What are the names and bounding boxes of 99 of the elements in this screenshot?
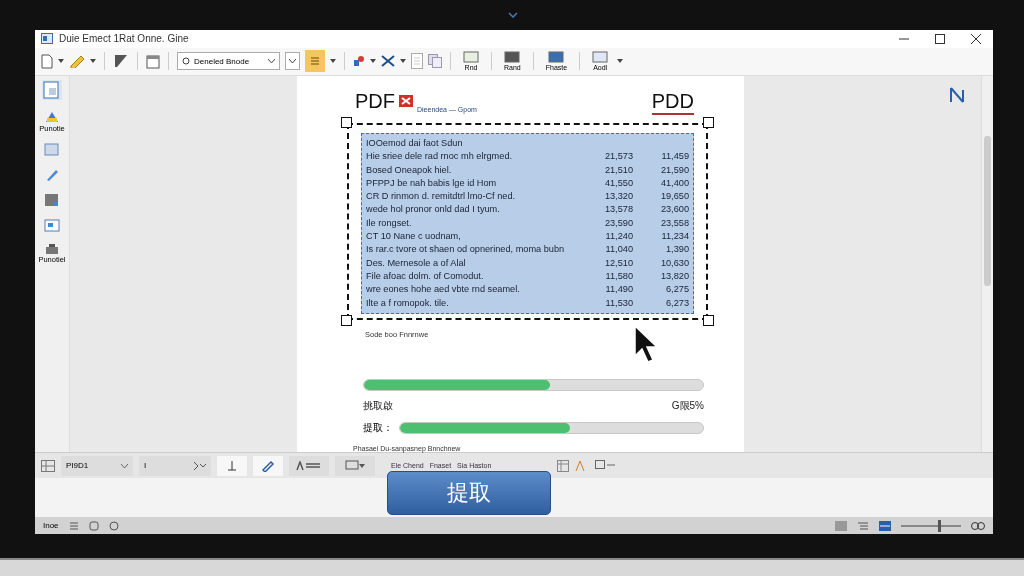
table-cell-text: 21,590 — [659, 163, 689, 177]
table-cell-text: 41,400 — [659, 176, 689, 190]
table-cell-text: IOOemod dai faot Sdun — [366, 136, 464, 150]
table-cell-text: File afoac dolm. of Comodut. — [366, 269, 485, 283]
copy-icon[interactable] — [428, 54, 442, 69]
app-icon — [41, 33, 53, 45]
caret-icon — [289, 59, 296, 64]
resize-handle[interactable] — [341, 314, 352, 326]
caret-icon[interactable] — [58, 59, 64, 64]
table-cell-text: 23,590 — [603, 216, 633, 230]
fit-icon[interactable] — [971, 520, 985, 531]
pencil-icon[interactable] — [69, 54, 85, 69]
screen-button[interactable] — [335, 455, 375, 476]
panel-icon — [548, 51, 565, 64]
font-dropdown[interactable]: I — [139, 455, 211, 476]
text-style-icon — [296, 460, 322, 471]
progress-label: 挑取啟 — [363, 398, 393, 413]
table-cell-text: Is rar.c tvore ot shaen od opnerined, moma bubn — [366, 243, 566, 257]
caret-icon[interactable] — [617, 59, 624, 64]
table-cell-text: 11,459 — [660, 150, 689, 164]
caret-icon[interactable] — [370, 59, 376, 64]
document-icon[interactable] — [42, 79, 62, 100]
caret-icon[interactable] — [90, 59, 96, 64]
panel-icon — [463, 51, 479, 64]
page-icon[interactable] — [411, 53, 423, 70]
table-cell-text: 41,550 — [603, 176, 633, 190]
table-cell-text: 11,490 — [604, 283, 633, 297]
panel-icon — [592, 51, 609, 64]
align-button[interactable] — [305, 50, 325, 73]
form-icon[interactable] — [44, 216, 60, 233]
caret-icon — [121, 463, 128, 468]
scissors-icon[interactable] — [381, 55, 395, 68]
status-text: Inoe — [43, 521, 59, 531]
screen-icon — [345, 459, 365, 472]
table-cell-text: CT 10 Nane c uodnam, — [366, 230, 462, 244]
table-cell-text: Bosed Oneapok hiel. — [366, 163, 453, 177]
chevron-icon — [194, 461, 206, 470]
logo-text: PDF — [355, 89, 395, 113]
table-cell-text: 13,578 — [603, 203, 633, 217]
page-dropdown[interactable]: PI9D1 — [61, 455, 133, 476]
table-cell-text: 21,510 — [603, 163, 633, 177]
table-cell-text: 11,580 — [604, 269, 633, 283]
resize-handle[interactable] — [703, 314, 714, 326]
table-cell-text: CR D rinmon d. remitdtrl lmo-Cf ned. — [366, 190, 517, 204]
table-cell-text: Ilte a f romopok. tile. — [366, 296, 450, 310]
table-cell-text: 21,573 — [603, 150, 633, 164]
shapes-icon[interactable] — [353, 55, 365, 68]
table-cell-text: 13,820 — [659, 269, 689, 283]
maximize-icon[interactable] — [935, 33, 945, 44]
style-dropdown[interactable]: Deneled Bnode — [177, 52, 280, 71]
resize-handle[interactable] — [341, 116, 352, 128]
logo-text: PDD — [651, 89, 694, 115]
printer-icon — [44, 242, 60, 255]
dropdown-button[interactable] — [285, 52, 300, 71]
panel-icon — [504, 51, 521, 64]
resize-handle[interactable] — [703, 116, 714, 128]
table-cell-text: wre eones hohe aed vbte rnd seamel. — [366, 283, 521, 297]
text-style-button[interactable] — [289, 455, 329, 476]
progress-reading: G限5% — [671, 398, 704, 413]
table-cell-text: 10,630 — [659, 256, 689, 270]
extract-button[interactable]: 提取 — [387, 470, 551, 515]
table-cell-text: 13,320 — [603, 190, 633, 204]
lines-icon — [311, 56, 319, 67]
table-cell-text: 23,558 — [659, 216, 689, 230]
table-cell-text: Des. Mernesole a of Alal — [366, 256, 467, 270]
new-document-icon[interactable] — [41, 53, 53, 69]
grid-icon[interactable] — [41, 459, 55, 472]
pen-icon — [261, 459, 275, 472]
baseline-button[interactable] — [217, 455, 247, 476]
table-cell-text: wede hol pronor onld dad I tyum. — [366, 203, 501, 217]
table-cell-text: 12,510 — [603, 256, 633, 270]
table-cell-text: 11,040 — [604, 243, 633, 257]
scrollbar[interactable] — [981, 75, 993, 452]
circle-icon — [182, 57, 190, 66]
table-icon[interactable] — [557, 459, 569, 472]
close-icon[interactable] — [971, 33, 981, 44]
window-icon[interactable] — [879, 520, 891, 531]
table-cell-text: 11,234 — [660, 230, 689, 244]
table-cell-text: 11,530 — [604, 296, 633, 310]
table-cell-text: 11,240 — [604, 230, 633, 244]
chevron-icon — [508, 12, 518, 18]
table-cell-text: 6,275 — [665, 283, 689, 297]
slider-thumb[interactable] — [937, 519, 941, 532]
window-title: Duie Emect 1Rat Onne. Gine — [59, 33, 190, 45]
progress-label: 提取： — [363, 420, 393, 435]
table-cell-text: 6,273 — [665, 296, 689, 310]
pen-button[interactable] — [253, 455, 283, 476]
table-cell-text: 23,600 — [659, 203, 689, 217]
table-cell-text: Hie sriee dele rad rnoc mh elrgmed. — [366, 150, 514, 164]
caret-icon[interactable] — [400, 59, 406, 64]
table-cell-text: 1,390 — [665, 243, 689, 257]
caret-icon — [268, 59, 275, 64]
table-cell-text: 19,650 — [659, 190, 689, 204]
layout-icon[interactable] — [595, 459, 615, 472]
logo-icon — [399, 95, 413, 108]
caret-icon[interactable] — [330, 59, 336, 64]
baseline-icon — [227, 460, 237, 471]
table-cell-text: PFPPJ be nah babis lge id Hom — [366, 176, 498, 190]
table-cell-text: Ile rongset. — [366, 216, 413, 230]
